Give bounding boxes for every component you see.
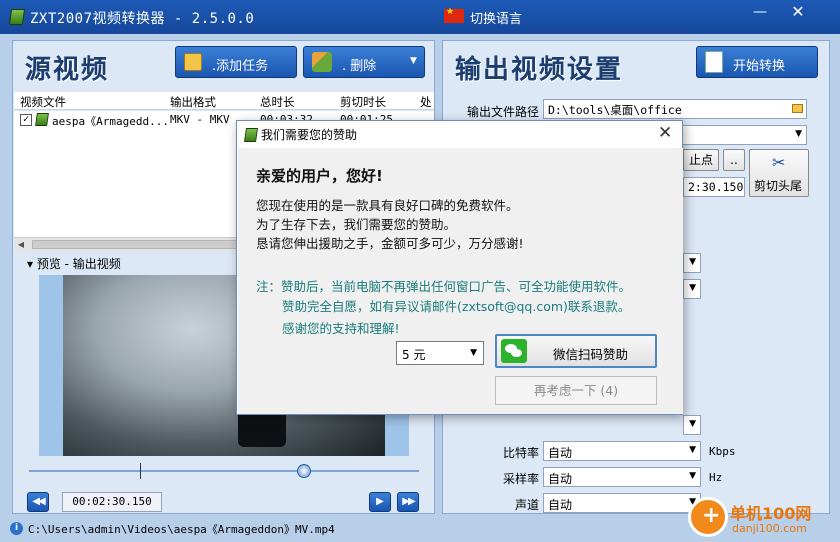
output-path-field[interactable]: D:\tools\桌面\office [543,99,807,119]
dialog-note-3: 感谢您的支持和理解! [282,321,400,336]
switch-language-button[interactable]: 切换语言 [470,8,522,27]
reconsider-later-button[interactable]: 再考虑一下 (4) [495,376,657,405]
setting-select-3[interactable]: ▼ [683,415,701,435]
source-video-title: 源视频 [25,55,110,85]
scroll-thumb[interactable] [32,240,242,249]
chevron-down-icon: ▼ [470,348,477,358]
cut-head-tail-label: 剪切头尾 [754,179,803,193]
setting-select-2[interactable]: ▼ [683,279,701,299]
end-time-field[interactable]: 2:30.150 [683,177,745,197]
dialog-close-icon[interactable]: ✕ [658,123,672,143]
wechat-sponsor-label: 微信扫码赞助 [553,347,629,362]
minimize-button[interactable]: — [746,4,774,22]
output-settings-title: 输出视频设置 [455,55,624,85]
wechat-sponsor-button[interactable]: 微信扫码赞助 [495,334,657,368]
china-flag-icon[interactable] [444,7,464,23]
samplerate-unit: Hz [709,471,723,484]
delete-label: . 删除 [342,59,377,74]
dialog-line-1: 您现在使用的是一款具有良好口碑的免费软件。 [256,198,519,213]
scroll-left-icon[interactable]: ◀ [14,238,28,252]
dialog-note-2: 赞助完全自愿，如有异议请邮件(zxtsoft@qq.com)联系退款。 [282,299,631,314]
channel-label: 声道 [514,498,539,512]
output-path-label: 输出文件路径 [466,105,539,119]
file-list-header: 视频文件 输出格式 总时长 剪切时长 处 [14,92,434,110]
watermark-url: danji100.com [732,522,807,535]
row-file: aespa《Armagedd... [52,115,168,128]
dialog-app-icon [244,128,258,142]
add-task-label: .添加任务 [212,59,269,74]
dialog-note-1: 注：赞助后，当前电脑不再弹出任何窗口广告、可全功能使用软件。 [256,279,632,294]
sponsor-dialog: 我们需要您的赞助 ✕ 亲爱的用户，您好! 您现在使用的是一款具有良好口碑的免费软… [236,120,683,415]
amount-select[interactable]: 5 元 ▼ [396,341,484,365]
seek-track[interactable] [29,470,419,472]
title-bar: ZXT2007视频转换器 - 2.5.0.0 切换语言 — ✕ [0,0,840,34]
col-cut-duration[interactable]: 剪切时长 [340,94,386,110]
scissors-icon: ✂ [772,153,786,172]
add-task-button[interactable]: .添加任务 [175,46,297,78]
status-path: C:\Users\admin\Videos\aespa《Armageddon》M… [28,523,335,536]
seek-handle[interactable] [297,464,311,478]
cut-head-tail-button[interactable]: ✂ 剪切头尾 [749,149,809,197]
fast-forward-button[interactable]: ▶▶ [397,492,419,512]
info-icon: i [10,522,23,535]
dialog-greeting: 亲爱的用户，您好! [256,167,383,185]
dialog-line-2: 为了生存下去，我们需要您的赞助。 [256,217,457,232]
current-time: 00:02:30.150 [62,492,162,512]
window-title: ZXT2007视频转换器 - 2.5.0.0 [30,11,255,27]
bitrate-unit: Kbps [709,445,736,458]
close-window-button[interactable]: ✕ [784,4,812,22]
wechat-icon [501,339,527,363]
convert-doc-icon [705,51,723,73]
watermark-name: 单机100网 [730,504,812,523]
amount-value: 5 元 [402,348,426,362]
dialog-title-bar: 我们需要您的赞助 ✕ [237,121,682,147]
col-total-duration[interactable]: 总时长 [260,94,295,110]
folder-icon [184,53,202,71]
row-checkbox[interactable]: ✓ [20,114,32,126]
samplerate-select[interactable]: 自动 ▼ [543,467,701,487]
delete-button[interactable]: . 删除 ▼ [303,46,425,78]
watermark-logo [688,497,728,537]
bitrate-select[interactable]: 自动 ▼ [543,441,701,461]
samplerate-value: 自动 [548,472,573,486]
bitrate-label: 比特率 [502,446,539,460]
end-point-button[interactable]: 止点 [683,149,719,171]
col-video-file[interactable]: 视频文件 [20,94,66,110]
play-button[interactable]: ▶ [369,492,391,512]
start-convert-label: 开始转换 [733,59,786,74]
chevron-down-icon[interactable]: ▼ [410,56,417,66]
col-process[interactable]: 处 [420,94,432,110]
samplerate-label: 采样率 [502,472,539,486]
dialog-body: 亲爱的用户，您好! 您现在使用的是一款具有良好口碑的免费软件。 为了生存下去，我… [238,148,683,414]
seek-marker [140,463,141,479]
dialog-title: 我们需要您的赞助 [261,128,358,142]
channel-value: 自动 [548,498,573,512]
setting-select-1[interactable]: ▼ [683,253,701,273]
rewind-button[interactable]: ◀◀ [27,492,49,512]
col-output-format[interactable]: 输出格式 [170,94,216,110]
broom-icon [312,52,332,72]
bitrate-value: 自动 [548,446,573,460]
dialog-line-3: 恳请您伸出援助之手，金额可多可少，万分感谢! [256,236,524,251]
more-button[interactable]: .. [723,149,745,171]
film-icon [35,113,49,126]
preview-output-label[interactable]: ▾ 预览 - 输出视频 [27,255,121,272]
app-film-icon [8,9,26,25]
start-convert-button[interactable]: 开始转换 [696,46,818,78]
folder-browse-icon[interactable] [792,104,803,113]
channel-select[interactable]: 自动 ▼ [543,493,701,513]
